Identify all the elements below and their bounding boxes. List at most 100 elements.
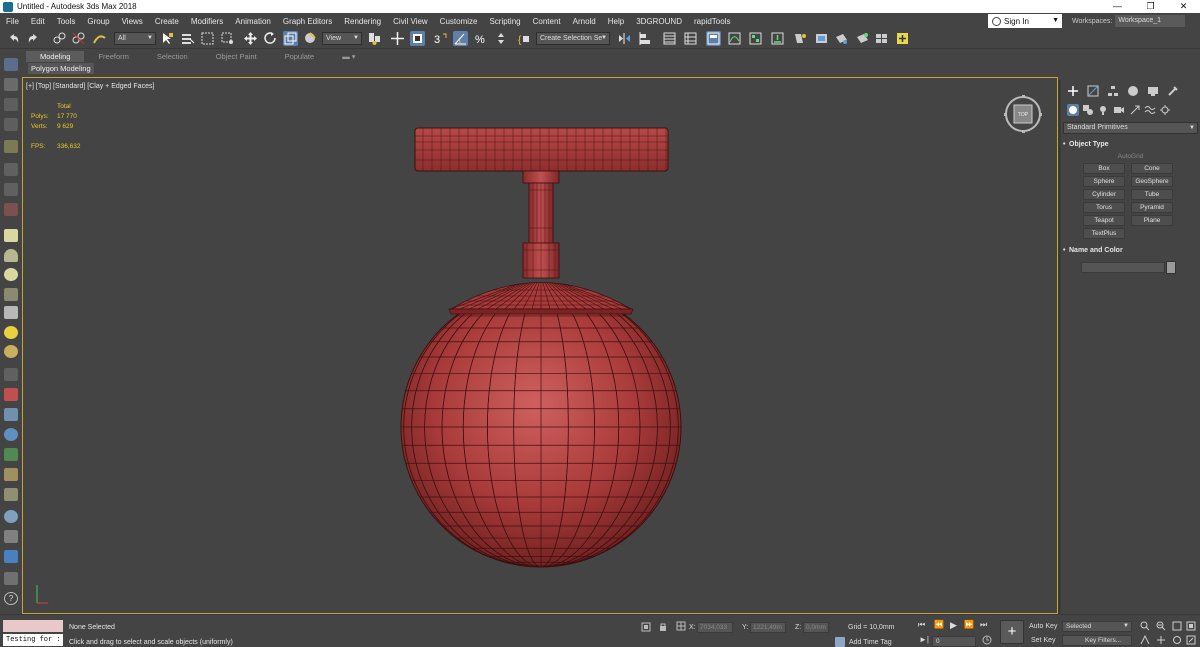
menu-views[interactable]: Views [116, 17, 149, 26]
layer-explorer-icon[interactable] [683, 31, 698, 46]
ball-icon[interactable] [4, 510, 18, 523]
material-icon[interactable] [4, 488, 18, 501]
hierarchy-tab-icon[interactable] [1107, 85, 1119, 97]
cone-button[interactable]: Cone [1131, 163, 1173, 174]
key-filters-button[interactable]: Key Filters... [1062, 635, 1132, 646]
a360-gallery-icon[interactable] [895, 31, 910, 46]
space-warps-icon[interactable] [1144, 104, 1156, 116]
dome-icon[interactable] [4, 249, 18, 262]
material-editor-icon[interactable] [770, 31, 785, 46]
systems-icon[interactable] [1159, 104, 1171, 116]
menu-arnold[interactable]: Arnold [567, 17, 602, 26]
modifier-icon[interactable] [4, 203, 18, 216]
y-coordinate-field[interactable]: 1221,49m [750, 622, 786, 633]
modify-tab-icon[interactable] [1087, 85, 1099, 97]
menu-edit[interactable]: Edit [25, 17, 51, 26]
cameras-icon[interactable] [1113, 104, 1125, 116]
ribbon-polygon-modeling[interactable]: Polygon Modeling [28, 63, 94, 74]
play-icon[interactable]: ▶ [950, 620, 957, 631]
move-icon[interactable] [243, 31, 258, 46]
box-button[interactable]: Box [1083, 163, 1125, 174]
textplus-button[interactable]: TextPlus [1083, 228, 1125, 239]
menu-customize[interactable]: Customize [434, 17, 484, 26]
scene-explorer-icon[interactable] [662, 31, 677, 46]
menu-3dground[interactable]: 3DGROUND [630, 17, 688, 26]
select-by-name-icon[interactable] [180, 31, 195, 46]
percent-snap-icon[interactable]: % [474, 31, 489, 46]
tool-icon[interactable] [4, 163, 18, 176]
sun-icon[interactable] [4, 326, 18, 339]
undo-icon[interactable] [6, 31, 21, 46]
absolute-mode-icon[interactable] [676, 621, 686, 633]
z-coordinate-field[interactable]: 0,0mm [803, 622, 829, 633]
viewport-top[interactable]: [+] [Top] [Standard] [Clay + Edged Faces… [22, 77, 1058, 614]
tab-populate[interactable]: Populate [271, 51, 329, 62]
viewcube[interactable]: TOP [1003, 94, 1043, 134]
zoom-all-icon[interactable] [1156, 621, 1166, 633]
x-coordinate-field[interactable]: 7034,033 [697, 622, 733, 633]
plane-button[interactable]: Plane [1131, 215, 1173, 226]
field-of-view-icon[interactable] [1140, 634, 1150, 647]
motion-tab-icon[interactable] [1127, 85, 1139, 97]
snaps-toggle-icon[interactable]: 3 [433, 31, 448, 46]
rect-selection-icon[interactable] [200, 31, 215, 46]
hair-icon[interactable] [4, 368, 18, 381]
menu-civil-view[interactable]: Civil View [387, 17, 434, 26]
schematic-view-icon[interactable] [748, 31, 763, 46]
render-activeshade-icon[interactable] [855, 31, 870, 46]
pan-icon[interactable] [1156, 635, 1166, 647]
helpers-icon[interactable] [1129, 104, 1141, 116]
redo-icon[interactable] [26, 31, 41, 46]
edit-named-selection-icon[interactable]: { [517, 31, 532, 46]
tube-button[interactable]: Tube [1131, 189, 1173, 200]
teapot-button[interactable]: Teapot [1083, 215, 1125, 226]
sign-in-button[interactable]: Sign In ▼ [988, 14, 1062, 28]
close-icon[interactable]: ✕ [1167, 0, 1200, 13]
menu-modifiers[interactable]: Modifiers [185, 17, 229, 26]
light-icon[interactable] [4, 140, 18, 153]
geosphere-button[interactable]: GeoSphere [1131, 176, 1173, 187]
isolate-icon[interactable] [641, 622, 651, 634]
character-icon[interactable] [4, 408, 18, 421]
render-in-cloud-icon[interactable] [874, 31, 889, 46]
sphere-button[interactable]: Sphere [1083, 176, 1125, 187]
select-object-icon[interactable] [160, 31, 175, 46]
brush-icon[interactable] [4, 388, 18, 401]
ribbon-toggle-icon[interactable] [706, 31, 721, 46]
angle-snap-icon[interactable] [453, 31, 468, 46]
place-icon[interactable] [303, 31, 318, 46]
grid-icon[interactable] [4, 118, 18, 131]
pivot-center-icon[interactable] [367, 31, 382, 46]
file-icon[interactable] [4, 572, 18, 585]
rendered-frame-window-icon[interactable] [814, 31, 829, 46]
render-production-icon[interactable] [834, 31, 849, 46]
lock-icon[interactable] [658, 622, 668, 634]
menu-content[interactable]: Content [527, 17, 567, 26]
lights-icon[interactable] [1097, 104, 1109, 116]
create-tab-icon[interactable] [1067, 85, 1079, 97]
unlink-icon[interactable] [71, 31, 86, 46]
autogrid-checkbox[interactable]: AutoGrid [1061, 153, 1200, 160]
orbit-icon[interactable] [1172, 635, 1182, 647]
primitive-type-select[interactable]: Standard Primitives ▼ [1063, 122, 1198, 134]
zoom-extents-all-icon[interactable] [1186, 621, 1196, 633]
tab-freeform[interactable]: Freeform [84, 51, 142, 62]
window-crossing-icon[interactable] [220, 31, 235, 46]
key-mode-select[interactable]: Selected ▼ [1062, 621, 1132, 632]
menu-rapidtools[interactable]: rapidTools [688, 17, 736, 26]
help-icon[interactable]: ? [4, 592, 18, 605]
next-frame-icon[interactable]: ⏩ [964, 620, 974, 629]
align-icon[interactable] [638, 31, 653, 46]
settings-icon[interactable] [4, 530, 18, 543]
scene-icon[interactable] [4, 78, 18, 91]
menu-create[interactable]: Create [149, 17, 185, 26]
cone-icon[interactable] [4, 306, 18, 319]
current-frame-field[interactable]: 0 [932, 636, 976, 647]
time-config-icon[interactable] [982, 635, 992, 647]
animal-icon[interactable] [4, 468, 18, 481]
target-icon[interactable] [4, 345, 18, 358]
link-icon[interactable] [52, 31, 67, 46]
goto-start-icon[interactable]: ⏮ [918, 620, 925, 630]
rotate-icon[interactable] [263, 31, 278, 46]
object-color-swatch[interactable] [1166, 261, 1176, 274]
